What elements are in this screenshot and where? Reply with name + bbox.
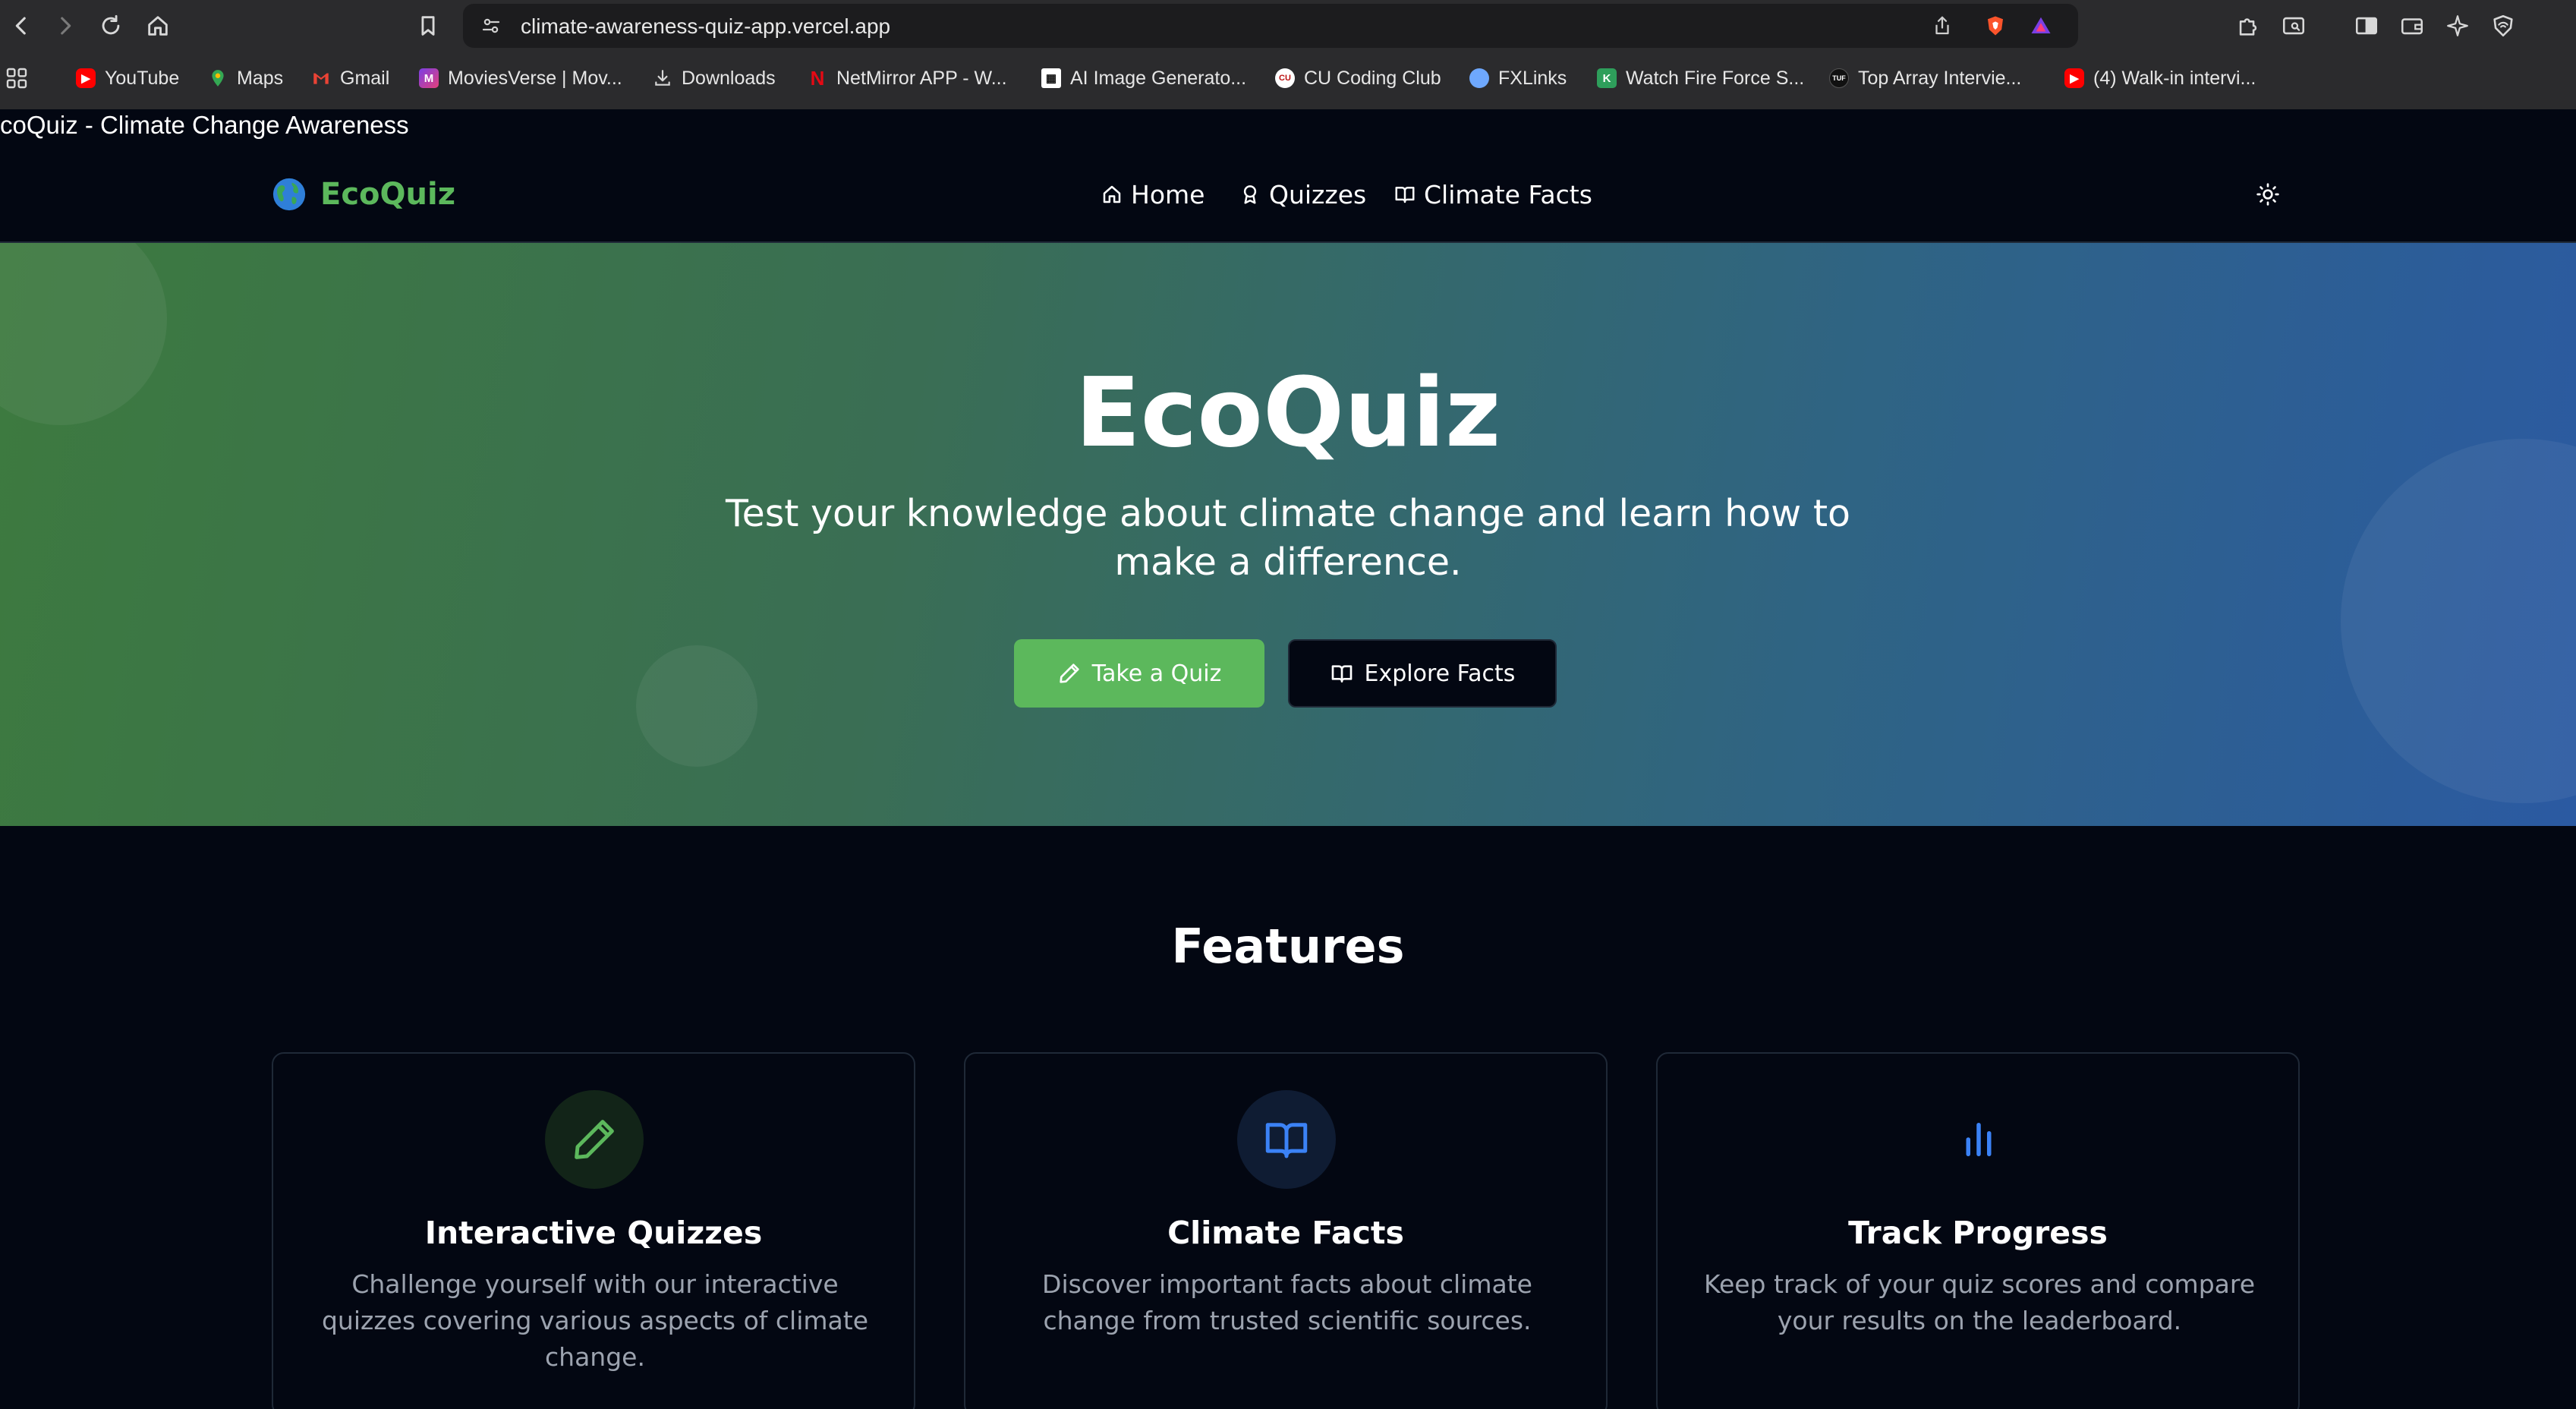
bookmark-downloads[interactable]: Downloads — [653, 65, 776, 91]
feature-description: Challenge yourself with our interactive … — [321, 1269, 868, 1372]
feature-card-track-progress: Track Progress Keep track of your quiz s… — [1656, 1052, 2300, 1409]
youtube-icon: ▶ — [76, 68, 96, 88]
bookmark-icon — [421, 16, 435, 36]
feature-description: Discover important facts about climate c… — [1042, 1269, 1532, 1335]
bookmark-youtube[interactable]: ▶ YouTube — [76, 65, 179, 91]
bookmark-maps[interactable]: Maps — [208, 65, 283, 91]
feature-icon-wrapper — [1929, 1090, 2028, 1189]
ai-image-icon: ▦ — [1041, 68, 1061, 88]
fxlinks-icon — [1469, 68, 1489, 88]
shield-icon — [2493, 14, 2513, 37]
brand-name: EcoQuiz — [320, 177, 455, 212]
bookmark-ai-image[interactable]: ▦ AI Image Generato... — [1041, 65, 1246, 91]
brave-rewards-icon[interactable] — [2028, 13, 2054, 39]
chevron-right-icon — [61, 17, 71, 35]
browser-toolbar: climate-awareness-quiz-app.vercel.app — [0, 0, 2576, 52]
nav-climate-facts-link[interactable]: Climate Facts — [1393, 175, 1592, 214]
gmail-icon — [311, 68, 331, 88]
feature-card-interactive-quizzes: Interactive Quizzes Challenge yourself w… — [272, 1052, 915, 1409]
window-search-icon — [2282, 17, 2305, 35]
pencil-icon — [575, 1120, 614, 1159]
feature-description: Keep track of your quiz scores and compa… — [1703, 1269, 2256, 1335]
bookmark-fxlinks[interactable]: FXLinks — [1469, 65, 1567, 91]
sidebar-button[interactable] — [2350, 9, 2383, 43]
address-bar[interactable]: climate-awareness-quiz-app.vercel.app — [463, 4, 2078, 48]
nav-home-link[interactable]: Home — [1101, 175, 1205, 214]
home-icon — [148, 16, 168, 36]
grid-icon — [6, 68, 27, 89]
home-button[interactable] — [141, 9, 175, 43]
back-button[interactable] — [5, 9, 38, 43]
nav-quizzes-link[interactable]: Quizzes — [1239, 175, 1366, 214]
wallet-icon — [2401, 18, 2423, 35]
brave-shields-icon[interactable] — [1982, 13, 2008, 39]
vpn-button[interactable] — [2486, 9, 2520, 43]
explore-facts-button[interactable]: Explore Facts — [1288, 639, 1557, 708]
feature-icon-wrapper — [545, 1090, 644, 1189]
reload-icon — [102, 14, 120, 35]
youtube-icon: ▶ — [2064, 68, 2084, 88]
hero-subtitle: Test your knowledge about climate change… — [725, 492, 1851, 584]
cu-coding-club-icon: CU — [1275, 68, 1295, 88]
pencil-icon — [1059, 664, 1079, 683]
book-icon — [1331, 665, 1352, 682]
decorative-bubble — [2341, 439, 2576, 803]
feature-title: Climate Facts — [1167, 1215, 1404, 1251]
download-icon — [653, 68, 672, 88]
feature-title: Interactive Quizzes — [424, 1215, 763, 1251]
bookmark-walk-in-interview[interactable]: ▶ (4) Walk-in intervi... — [2064, 65, 2256, 91]
chevron-left-icon — [15, 17, 26, 35]
globe-icon — [272, 178, 306, 211]
hero-title: EcoQuiz — [1075, 357, 1501, 468]
features-heading: Features — [1171, 919, 1405, 974]
share-icon[interactable] — [1929, 13, 1955, 39]
apps-grid-button[interactable] — [5, 65, 29, 91]
maps-icon — [208, 68, 228, 88]
leo-ai-button[interactable] — [2441, 9, 2474, 43]
home-icon — [1103, 185, 1121, 203]
browser-chrome: climate-awareness-quiz-app.vercel.app ▶ … — [0, 0, 2576, 109]
bookmark-cu-coding-club[interactable]: CU CU Coding Club — [1275, 65, 1441, 91]
bookmark-button[interactable] — [411, 9, 445, 43]
decorative-bubble — [636, 645, 757, 767]
bookmark-netmirror[interactable]: N NetMirror APP - W... — [808, 65, 1007, 91]
bar-chart-icon — [1966, 1123, 1992, 1156]
take-quiz-button[interactable]: Take a Quiz — [1014, 639, 1264, 708]
wallet-button[interactable] — [2395, 9, 2429, 43]
url-text[interactable]: climate-awareness-quiz-app.vercel.app — [521, 14, 890, 39]
document-title: coQuiz - Climate Change Awareness — [0, 111, 409, 139]
moviesverse-icon: M — [419, 68, 439, 88]
feature-card-climate-facts: Climate Facts Discover important facts a… — [964, 1052, 1608, 1409]
bookmark-watch-fire-force[interactable]: K Watch Fire Force S... — [1597, 65, 1804, 91]
hero-section: EcoQuiz Test your knowledge about climat… — [0, 243, 2576, 826]
book-open-icon — [1265, 1123, 1308, 1158]
feature-title: Track Progress — [1848, 1215, 2108, 1251]
theme-toggle-button[interactable] — [2250, 176, 2286, 213]
bookmark-moviesverse[interactable]: M MoviesVerse | Mov... — [419, 65, 622, 91]
tuf-icon: TUF — [1829, 68, 1849, 88]
bookmark-gmail[interactable]: Gmail — [311, 65, 389, 91]
netmirror-icon: N — [810, 66, 825, 90]
sun-icon — [2256, 183, 2279, 206]
sparkle-icon — [2447, 15, 2468, 36]
bookmark-top-array[interactable]: TUF Top Array Intervie... — [1829, 65, 2021, 91]
brand-logo-link[interactable]: EcoQuiz — [272, 175, 455, 214]
bookmarks-bar: ▶ YouTube Maps Gmail M MoviesVerse | Mov… — [0, 61, 2576, 94]
site-settings-icon[interactable] — [478, 13, 504, 39]
feature-icon-wrapper — [1237, 1090, 1336, 1189]
award-icon — [1243, 185, 1257, 204]
sidebar-icon — [2355, 17, 2378, 35]
reader-button[interactable] — [2277, 9, 2310, 43]
extensions-button[interactable] — [2231, 9, 2265, 43]
site-navbar: EcoQuiz Home Quizzes Climate Facts — [0, 144, 2576, 243]
reload-button[interactable] — [94, 9, 128, 43]
forward-button[interactable] — [49, 9, 82, 43]
puzzle-icon — [2239, 18, 2257, 36]
watch-icon: K — [1597, 68, 1617, 88]
book-icon — [1395, 187, 1415, 203]
